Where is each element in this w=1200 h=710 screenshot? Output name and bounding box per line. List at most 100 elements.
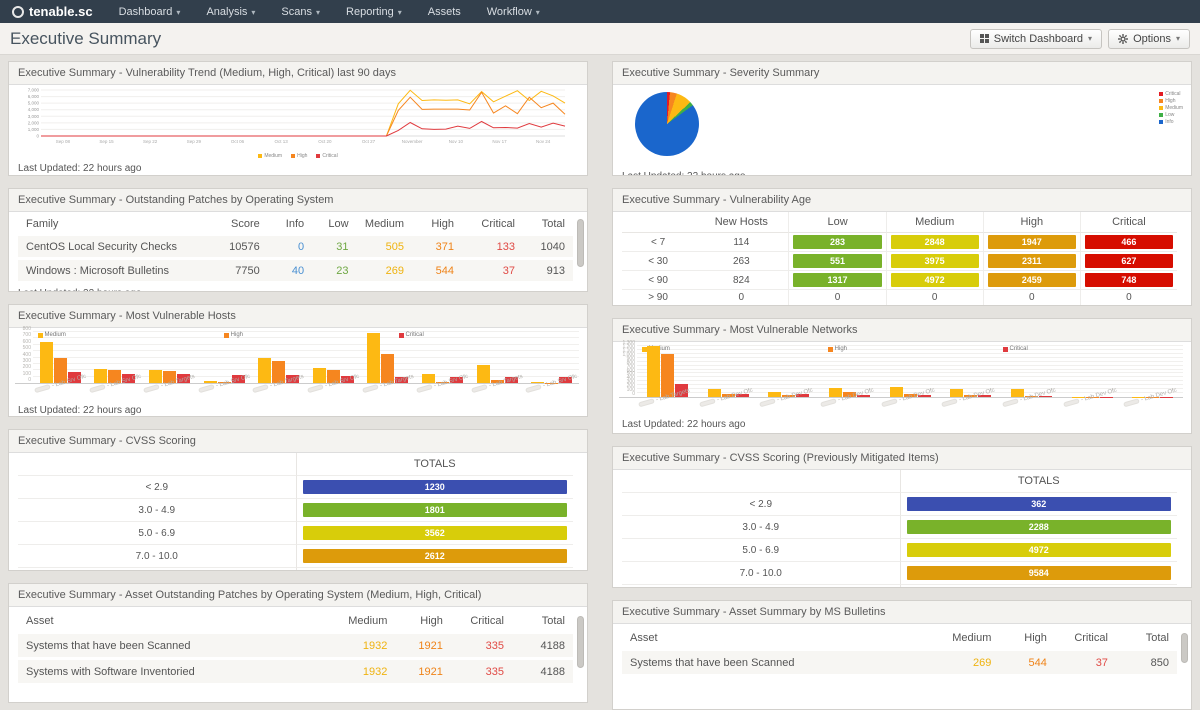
cell-total[interactable]: 1230 xyxy=(296,476,574,499)
cell-critical[interactable]: 0 xyxy=(1080,290,1177,306)
table-row[interactable]: 7.0 - 10.09584 xyxy=(622,562,1177,585)
table-row[interactable]: Systems that have been Scanned2695443785… xyxy=(622,651,1177,677)
totals-bar[interactable]: 2612 xyxy=(303,549,568,563)
table-row[interactable]: > 9000000 xyxy=(622,290,1177,306)
table-row[interactable]: < 2.91230 xyxy=(18,476,573,499)
medium-count-bar[interactable]: 2848 xyxy=(891,235,979,249)
cell-high[interactable]: 1947 xyxy=(983,233,1080,252)
cell-info[interactable]: 40 xyxy=(268,260,312,284)
nav-item-workflow[interactable]: Workflow▾ xyxy=(487,6,540,18)
switch-dashboard-button[interactable]: Switch Dashboard ▾ xyxy=(970,29,1102,49)
cell-medium[interactable]: 269 xyxy=(933,651,1000,677)
cell-total[interactable]: 2612 xyxy=(296,545,574,568)
table-row[interactable]: 5.0 - 6.93562 xyxy=(18,522,573,545)
cell-medium[interactable]: 3975 xyxy=(886,252,983,271)
medium-count-bar[interactable]: 4972 xyxy=(891,273,979,287)
low-count-bar[interactable]: 1317 xyxy=(793,273,881,287)
cell-low[interactable]: 283 xyxy=(788,233,885,252)
cell-critical[interactable]: 37 xyxy=(1055,651,1116,677)
totals-bar[interactable]: 9584 xyxy=(907,566,1172,580)
cell-medium[interactable]: 1932 xyxy=(329,634,396,660)
high-count-bar[interactable]: 1947 xyxy=(988,235,1076,249)
totals-bar[interactable]: 362 xyxy=(907,497,1172,511)
high-count-bar[interactable]: 2459 xyxy=(988,273,1076,287)
panel-title[interactable]: Executive Summary - Most Vulnerable Host… xyxy=(9,305,587,328)
cell-total[interactable]: 2288 xyxy=(900,516,1178,539)
panel-title[interactable]: Executive Summary - Vulnerability Age xyxy=(613,189,1191,212)
table-row[interactable]: Systems that have been Scanned1932192133… xyxy=(18,634,573,660)
cell-low[interactable]: 23 xyxy=(312,260,356,284)
totals-bar[interactable]: 1801 xyxy=(303,503,568,517)
table-scrollbar[interactable] xyxy=(577,616,584,668)
cell-info[interactable]: 0 xyxy=(268,236,312,260)
cell-total[interactable]: 48% xyxy=(296,568,574,571)
table-row[interactable]: 7.0 - 10.02612 xyxy=(18,545,573,568)
cell-total[interactable]: 1801 xyxy=(296,499,574,522)
table-scrollbar[interactable] xyxy=(577,219,584,267)
table-row[interactable]: 7.0 - 10.0 Exploitable52% xyxy=(622,585,1177,588)
cell-total[interactable]: 3562 xyxy=(296,522,574,545)
tenable-logo[interactable]: tenable.sc xyxy=(12,4,93,19)
table-row[interactable]: < 711428328481947466 xyxy=(622,233,1177,252)
cell-medium[interactable]: 2848 xyxy=(886,233,983,252)
panel-title[interactable]: Executive Summary - Asset Summary by MS … xyxy=(613,601,1191,624)
cell-high[interactable]: 2459 xyxy=(983,271,1080,290)
table-row[interactable]: Windows : Microsoft Bulletins77504023269… xyxy=(18,260,573,284)
cell-high[interactable]: 544 xyxy=(412,260,462,284)
table-row[interactable]: 7.0 - 10.0 Exploitable48% xyxy=(18,568,573,571)
critical-count-bar[interactable]: 748 xyxy=(1085,273,1173,287)
cell-new-hosts[interactable]: 114 xyxy=(694,233,788,252)
nav-item-analysis[interactable]: Analysis▾ xyxy=(206,6,255,18)
low-count-bar[interactable]: 551 xyxy=(793,254,881,268)
table-row[interactable]: 3.0 - 4.92288 xyxy=(622,516,1177,539)
cell-new-hosts[interactable]: 263 xyxy=(694,252,788,271)
cell-total[interactable]: 4972 xyxy=(900,539,1178,562)
cell-critical[interactable]: 335 xyxy=(451,660,512,686)
cell-low[interactable]: 0 xyxy=(788,290,885,306)
nav-item-dashboard[interactable]: Dashboard▾ xyxy=(119,6,181,18)
panel-title[interactable]: Executive Summary - Most Vulnerable Netw… xyxy=(613,319,1191,342)
panel-title[interactable]: Executive Summary - Outstanding Patches … xyxy=(9,189,587,212)
table-row[interactable]: CentOS Local Security Checks105760315053… xyxy=(18,236,573,260)
critical-count-bar[interactable]: 466 xyxy=(1085,235,1173,249)
cell-high[interactable]: 371 xyxy=(412,236,462,260)
cell-high[interactable]: 0 xyxy=(983,290,1080,306)
high-count-bar[interactable]: 2311 xyxy=(988,254,1076,268)
cell-medium[interactable]: 269 xyxy=(357,260,413,284)
critical-count-bar[interactable]: 627 xyxy=(1085,254,1173,268)
nav-item-reporting[interactable]: Reporting▾ xyxy=(346,6,402,18)
table-row[interactable]: < 3026355139752311627 xyxy=(622,252,1177,271)
totals-bar[interactable]: 2288 xyxy=(907,520,1172,534)
cell-new-hosts[interactable]: 824 xyxy=(694,271,788,290)
cell-low[interactable]: 31 xyxy=(312,236,356,260)
totals-bar[interactable]: 3562 xyxy=(303,526,568,540)
cell-high[interactable]: 544 xyxy=(999,651,1055,677)
table-scrollbar[interactable] xyxy=(1181,633,1188,663)
cell-total[interactable]: 362 xyxy=(900,493,1178,516)
cell-low[interactable]: 1317 xyxy=(788,271,885,290)
options-button[interactable]: Options ▾ xyxy=(1108,29,1190,49)
cell-critical[interactable]: 627 xyxy=(1080,252,1177,271)
cell-critical[interactable]: 466 xyxy=(1080,233,1177,252)
cell-high[interactable]: 2311 xyxy=(983,252,1080,271)
panel-title[interactable]: Executive Summary - CVSS Scoring xyxy=(9,430,587,453)
cell-medium[interactable]: 1932 xyxy=(329,660,396,686)
table-row[interactable]: < 90824131749722459748 xyxy=(622,271,1177,290)
cell-total[interactable]: 52% xyxy=(900,585,1178,588)
cell-total[interactable]: 9584 xyxy=(900,562,1178,585)
cell-critical[interactable]: 335 xyxy=(451,634,512,660)
panel-title[interactable]: Executive Summary - Asset Outstanding Pa… xyxy=(9,584,587,607)
cell-medium[interactable]: 4972 xyxy=(886,271,983,290)
cell-critical[interactable]: 133 xyxy=(462,236,523,260)
cell-low[interactable]: 551 xyxy=(788,252,885,271)
nav-item-assets[interactable]: Assets xyxy=(428,6,461,18)
totals-bar[interactable]: 4972 xyxy=(907,543,1172,557)
low-count-bar[interactable]: 283 xyxy=(793,235,881,249)
cell-new-hosts[interactable]: 0 xyxy=(694,290,788,306)
table-row[interactable]: < 2.9362 xyxy=(622,493,1177,516)
cell-critical[interactable]: 748 xyxy=(1080,271,1177,290)
table-row[interactable]: 3.0 - 4.91801 xyxy=(18,499,573,522)
cell-high[interactable]: 1921 xyxy=(395,634,451,660)
cell-medium[interactable]: 0 xyxy=(886,290,983,306)
panel-title[interactable]: Executive Summary - Vulnerability Trend … xyxy=(9,62,587,85)
